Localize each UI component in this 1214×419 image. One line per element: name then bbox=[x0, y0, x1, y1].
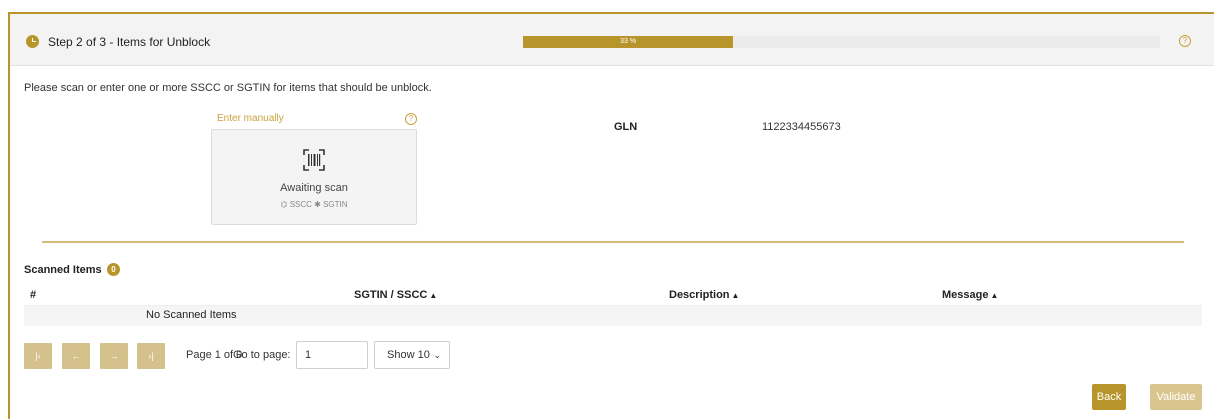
last-page-button[interactable]: ›| bbox=[137, 343, 165, 369]
next-page-button[interactable]: → bbox=[100, 343, 128, 369]
page-size-select[interactable]: Show 10 ⌄ bbox=[374, 341, 450, 369]
table-row: No Scanned Items bbox=[24, 306, 1202, 326]
progress-bar: 33 % bbox=[523, 36, 1160, 48]
go-to-page-label: Go to page: bbox=[233, 349, 291, 361]
empty-table-text: No Scanned Items bbox=[146, 309, 237, 321]
column-label: Description bbox=[669, 289, 730, 301]
column-header-sgtin-sscc[interactable]: SGTIN / SSCC ▲ bbox=[354, 289, 437, 301]
table-header: # SGTIN / SSCC ▲ Description ▲ Message ▲ bbox=[24, 284, 1202, 306]
section-divider bbox=[42, 241, 1184, 243]
sort-icon: ▲ bbox=[990, 291, 999, 300]
column-header-index: # bbox=[30, 289, 37, 301]
column-label: Message bbox=[942, 289, 989, 301]
gln-label: GLN bbox=[614, 121, 638, 133]
scan-help-icon[interactable]: ? bbox=[405, 113, 417, 125]
scan-status: Awaiting scan bbox=[280, 182, 348, 194]
step-title: Step 2 of 3 - Items for Unblock bbox=[48, 35, 211, 49]
prev-page-button[interactable]: ← bbox=[62, 343, 90, 369]
validate-button[interactable]: Validate bbox=[1150, 384, 1202, 410]
scan-types: ⌬ SSCC ✱ SGTIN bbox=[280, 200, 348, 209]
page-size-value: Show 10 bbox=[387, 349, 430, 361]
sort-icon: ▲ bbox=[429, 291, 438, 300]
scan-area[interactable]: Awaiting scan ⌬ SSCC ✱ SGTIN bbox=[211, 129, 417, 225]
scanned-items-table: # SGTIN / SSCC ▲ Description ▲ Message ▲ No… bbox=[24, 284, 1202, 326]
progress-fill: 33 % bbox=[523, 36, 734, 48]
barcode-icon bbox=[303, 149, 325, 171]
clock-icon bbox=[26, 35, 39, 48]
column-header-description[interactable]: Description ▲ bbox=[669, 289, 739, 301]
column-label: SGTIN / SSCC bbox=[354, 289, 428, 301]
back-button[interactable]: Back bbox=[1092, 384, 1126, 410]
instruction-text: Please scan or enter one or more SSCC or… bbox=[24, 82, 432, 94]
scanned-items-title: Scanned Items bbox=[24, 264, 102, 276]
step-panel: Step 2 of 3 - Items for Unblock 33 % ? P… bbox=[8, 12, 1214, 419]
enter-manually-link[interactable]: Enter manually bbox=[217, 113, 284, 124]
first-page-button[interactable]: |‹ bbox=[24, 343, 52, 369]
step-header: Step 2 of 3 - Items for Unblock 33 % ? bbox=[10, 14, 1214, 66]
column-header-message[interactable]: Message ▲ bbox=[942, 289, 998, 301]
gln-value: 1122334455673 bbox=[762, 121, 841, 133]
sort-icon: ▲ bbox=[731, 291, 740, 300]
scanned-count-badge: 0 bbox=[107, 263, 120, 276]
chevron-down-icon: ⌄ bbox=[433, 350, 441, 360]
page-number-input[interactable]: 1 bbox=[296, 341, 368, 369]
help-icon[interactable]: ? bbox=[1179, 35, 1191, 47]
